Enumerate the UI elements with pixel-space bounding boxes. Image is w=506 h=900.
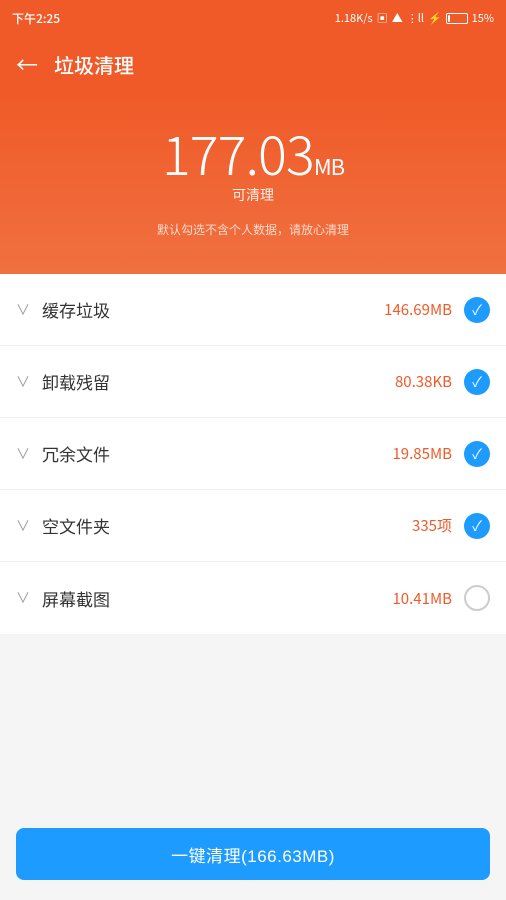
item-label: 缓存垃圾 — [42, 297, 384, 322]
wifi-icon: ▲ — [392, 10, 403, 26]
chevron-down-icon[interactable]: ∨ — [16, 372, 30, 392]
total-size: 177.03MB — [20, 122, 486, 181]
hero-section: 177.03MB 可清理 默认勾选不含个人数据，请放心清理 — [0, 92, 506, 274]
chevron-down-icon[interactable]: ∨ — [16, 516, 30, 536]
status-bar: 下午2:25 1.18K/s ▣ ▲ ⋮ll ⚡ 15% — [0, 0, 506, 36]
list-item[interactable]: ∨ 屏幕截图 10.41MB — [0, 562, 506, 634]
list-item[interactable]: ∨ 冗余文件 19.85MB ✓ — [0, 418, 506, 490]
charge-icon: ⚡ — [428, 10, 442, 26]
checkbox-checked-icon[interactable]: ✓ — [464, 297, 490, 323]
item-label: 冗余文件 — [42, 441, 392, 466]
checkbox-checked-icon[interactable]: ✓ — [464, 441, 490, 467]
list-item[interactable]: ∨ 缓存垃圾 146.69MB ✓ — [0, 274, 506, 346]
page-title: 垃圾清理 — [54, 50, 134, 79]
item-size: 19.85MB — [392, 443, 452, 464]
junk-list: ∨ 缓存垃圾 146.69MB ✓ ∨ 卸载残留 80.38KB ✓ ∨ 冗余文… — [0, 274, 506, 634]
item-size: 335项 — [412, 515, 452, 536]
checkbox-checked-icon[interactable]: ✓ — [464, 513, 490, 539]
item-label: 屏幕截图 — [42, 586, 392, 611]
signal-icon: ▣ — [377, 10, 388, 26]
item-size: 146.69MB — [384, 299, 452, 320]
chevron-down-icon[interactable]: ∨ — [16, 444, 30, 464]
hero-subtitle: 默认勾选不含个人数据，请放心清理 — [20, 221, 486, 238]
back-button[interactable]: ← — [16, 53, 38, 75]
item-label: 卸载残留 — [42, 369, 395, 394]
hero-label: 可清理 — [20, 185, 486, 205]
battery-percent: 15% — [472, 10, 494, 26]
item-size: 80.38KB — [395, 371, 452, 392]
status-time: 下午2:25 — [12, 10, 60, 27]
checkbox-unchecked-icon[interactable] — [464, 585, 490, 611]
network-speed: 1.18K/s — [335, 10, 373, 26]
item-label: 空文件夹 — [42, 513, 412, 538]
clean-button[interactable]: 一键清理(166.63MB) — [16, 828, 490, 880]
list-item[interactable]: ∨ 空文件夹 335项 ✓ — [0, 490, 506, 562]
bottom-bar: 一键清理(166.63MB) — [0, 816, 506, 900]
mobile-icon: ⋮ll — [407, 10, 424, 26]
chevron-down-icon[interactable]: ∨ — [16, 300, 30, 320]
app-header: ← 垃圾清理 — [0, 36, 506, 92]
battery-indicator — [446, 13, 468, 24]
chevron-down-icon[interactable]: ∨ — [16, 588, 30, 608]
list-item[interactable]: ∨ 卸载残留 80.38KB ✓ — [0, 346, 506, 418]
status-right: 1.18K/s ▣ ▲ ⋮ll ⚡ 15% — [335, 10, 494, 26]
checkbox-checked-icon[interactable]: ✓ — [464, 369, 490, 395]
item-size: 10.41MB — [392, 588, 452, 609]
